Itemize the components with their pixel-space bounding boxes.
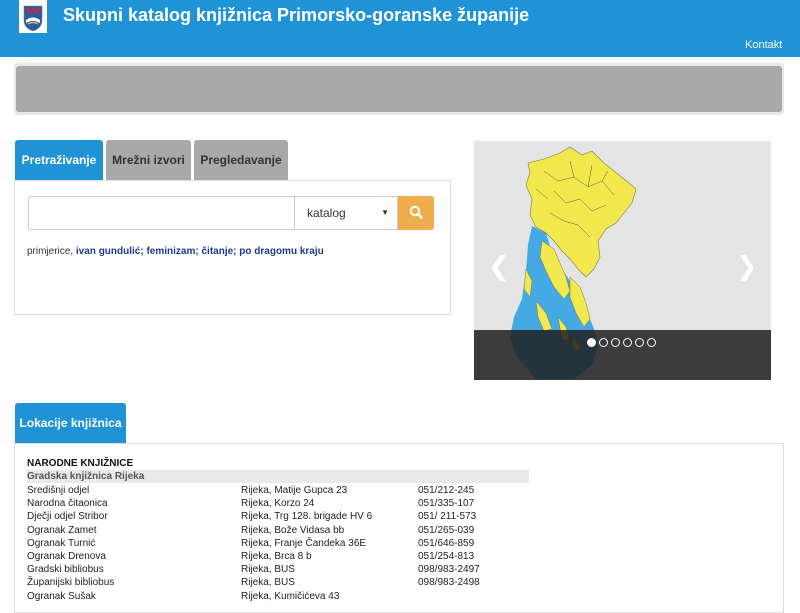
carousel-dot[interactable] bbox=[635, 338, 644, 347]
library-address: Rijeka, Franje Čandeka 36E bbox=[241, 537, 367, 549]
library-address: Rijeka, Bože Vidasa bb bbox=[241, 524, 345, 536]
table-row: Županijski bibliobus Rijeka, BUS 098/983-2… bbox=[27, 576, 528, 589]
library-name: Narodna čitaonica bbox=[27, 498, 108, 510]
chevron-right-icon[interactable]: ❯ bbox=[736, 251, 758, 282]
table-row: Narodna čitaonica Rijeka, Korzo 24 051/335… bbox=[27, 497, 528, 510]
nav-contact-link[interactable]: Kontakt bbox=[745, 39, 782, 51]
example-link[interactable]: feminizam; bbox=[146, 246, 198, 257]
library-address: Rijeka, BUS bbox=[241, 577, 295, 589]
site-header: Skupni katalog knjižnica Primorsko-goran… bbox=[0, 0, 800, 57]
library-address: Rijeka, Kumičićeva 43 bbox=[241, 590, 340, 602]
search-examples: primjerice, ivan gundulić; feminizam; či… bbox=[27, 246, 324, 257]
library-phone: 051/335-107 bbox=[418, 498, 475, 510]
site-title: Skupni katalog knjižnica Primorsko-goran… bbox=[63, 5, 530, 25]
catalog-select-value: katalog bbox=[307, 206, 346, 220]
table-row: Središnji odjel Rijeka, Matije Gupca 23 05… bbox=[27, 484, 528, 497]
library-address: Rijeka, Trg 128. brigade HV 6 bbox=[241, 511, 373, 523]
table-row: Dječji odjel Stribor Rijeka, Trg 128. bri… bbox=[27, 510, 528, 523]
library-phone: 051/265-039 bbox=[418, 524, 475, 536]
coat-of-arms-logo[interactable] bbox=[19, 0, 47, 33]
library-group-heading: Gradska knjižnica Rijeka bbox=[27, 470, 529, 483]
carousel-dot[interactable] bbox=[647, 338, 656, 347]
example-link[interactable]: ivan gundulić; bbox=[76, 246, 144, 257]
library-address: Rijeka, Korzo 24 bbox=[241, 498, 315, 510]
carousel-indicators bbox=[587, 338, 656, 347]
dropdown-caret-icon: ▼ bbox=[381, 208, 389, 217]
carousel-dot[interactable] bbox=[611, 338, 620, 347]
library-name: Ogranak Drenova bbox=[27, 550, 106, 562]
tab-online-resources[interactable]: Mrežni izvori bbox=[106, 140, 191, 181]
catalog-select[interactable]: katalog ▼ bbox=[294, 196, 398, 230]
carousel-dot[interactable] bbox=[599, 338, 608, 347]
library-name: Dječji odjel Stribor bbox=[27, 511, 108, 523]
carousel-dot[interactable] bbox=[623, 338, 632, 347]
library-address: Rijeka, Matije Gupca 23 bbox=[241, 485, 348, 496]
library-address: Rijeka, BUS bbox=[241, 564, 295, 576]
library-name: Središnji odjel bbox=[27, 485, 90, 496]
table-row: Ogranak Zamet Rijeka, Bože Vidasa bb 051/2… bbox=[27, 524, 528, 537]
library-locations-table: Središnji odjel Rijeka, Matije Gupca 23 05… bbox=[27, 484, 528, 603]
library-phone: 098/983-2498 bbox=[418, 577, 480, 589]
tab-search[interactable]: Pretraživanje bbox=[15, 140, 103, 181]
table-row: Ogranak Sušak Rijeka, Kumičićeva 43 bbox=[27, 590, 528, 603]
library-name: Gradski bibliobus bbox=[27, 564, 104, 576]
search-panel: katalog ▼ primjerice, ivan gundulić; fem… bbox=[14, 180, 451, 315]
table-row: Gradski bibliobus Rijeka, BUS 098/983-2497 bbox=[27, 563, 528, 576]
library-address: Rijeka, Brca 8 b bbox=[241, 550, 312, 562]
examples-prefix: primjerice, bbox=[27, 246, 74, 257]
image-carousel: ❮ ❯ bbox=[474, 141, 771, 380]
search-button[interactable] bbox=[398, 196, 434, 230]
library-phone: 051/212-245 bbox=[418, 485, 475, 496]
chevron-left-icon[interactable]: ❮ bbox=[488, 251, 510, 282]
example-link[interactable]: po dragomu kraju bbox=[239, 246, 323, 257]
library-phone: 051/254-813 bbox=[418, 550, 475, 562]
tab-browse[interactable]: Pregledavanje bbox=[194, 140, 288, 181]
library-name: Ogranak Turnić bbox=[27, 537, 96, 549]
locations-panel: NARODNE KNJIŽNICE Gradska knjižnica Rije… bbox=[14, 443, 784, 613]
banner-container bbox=[14, 63, 784, 115]
search-icon bbox=[409, 205, 423, 219]
carousel-dot[interactable] bbox=[587, 338, 596, 347]
banner-placeholder bbox=[16, 66, 782, 112]
example-link[interactable]: čitanje; bbox=[201, 246, 236, 257]
section-heading: NARODNE KNJIŽNICE bbox=[27, 458, 134, 469]
search-input[interactable] bbox=[28, 196, 294, 230]
library-phone bbox=[418, 590, 528, 603]
tab-library-locations[interactable]: Lokacije knjižnica bbox=[15, 403, 126, 444]
library-phone: 051/646-859 bbox=[418, 537, 475, 549]
library-name: Ogranak Zamet bbox=[27, 524, 97, 536]
library-phone: 098/983-2497 bbox=[418, 564, 480, 576]
table-row: Ogranak Drenova Rijeka, Brca 8 b 051/254-8… bbox=[27, 550, 528, 563]
table-row: Ogranak Turnić Rijeka, Franje Čandeka 36E… bbox=[27, 537, 528, 550]
library-phone: 051/ 211-573 bbox=[418, 511, 477, 523]
library-name: Ogranak Sušak bbox=[27, 590, 96, 602]
library-name: Županijski bibliobus bbox=[27, 577, 115, 589]
